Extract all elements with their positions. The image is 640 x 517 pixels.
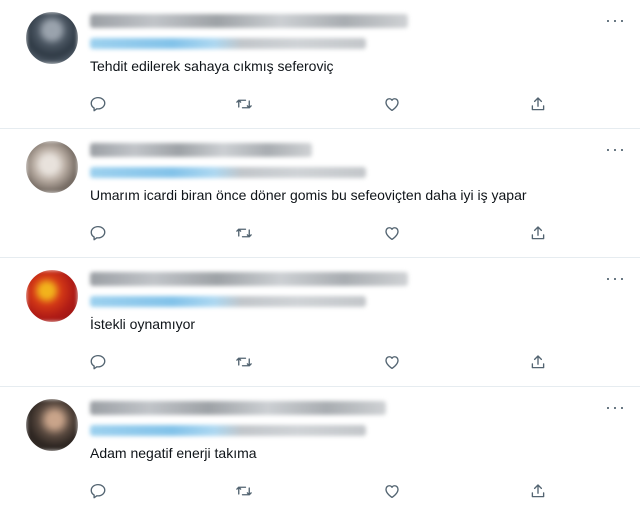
retweet-icon[interactable] <box>232 221 256 245</box>
reply-icon[interactable] <box>86 221 110 245</box>
tweet[interactable]: ··· İstekli oynamıyor <box>0 258 640 387</box>
avatar[interactable] <box>26 399 78 451</box>
author-handle-blurred <box>90 38 366 49</box>
retweet-icon[interactable] <box>232 479 256 503</box>
more-icon[interactable]: ··· <box>605 10 626 31</box>
reply-icon[interactable] <box>86 479 110 503</box>
tweet-text: Adam negatif enerji takıma <box>90 445 257 461</box>
tweet-text: Tehdit edilerek sahaya cıkmış seferoviç <box>90 58 334 74</box>
author-handle-blurred <box>90 296 366 307</box>
avatar[interactable] <box>26 12 78 64</box>
author-handle-blurred <box>90 167 366 178</box>
author-name-blurred <box>90 272 408 286</box>
tweet-actions <box>86 350 556 374</box>
retweet-icon[interactable] <box>232 92 256 116</box>
more-icon[interactable]: ··· <box>605 139 626 160</box>
author-name-blurred <box>90 401 386 415</box>
author-name-blurred <box>90 14 408 28</box>
author-name-blurred <box>90 143 312 157</box>
reply-icon[interactable] <box>86 350 110 374</box>
share-icon[interactable] <box>526 350 550 374</box>
avatar[interactable] <box>26 270 78 322</box>
tweet-actions <box>86 92 556 116</box>
more-icon[interactable]: ··· <box>605 397 626 418</box>
retweet-icon[interactable] <box>232 350 256 374</box>
author-handle-blurred <box>90 425 366 436</box>
more-icon[interactable]: ··· <box>605 268 626 289</box>
tweet-actions <box>86 479 556 503</box>
tweet-text: Umarım icardi biran önce döner gomis bu … <box>90 187 527 203</box>
share-icon[interactable] <box>526 92 550 116</box>
share-icon[interactable] <box>526 221 550 245</box>
share-icon[interactable] <box>526 479 550 503</box>
reply-icon[interactable] <box>86 92 110 116</box>
like-icon[interactable] <box>380 92 404 116</box>
tweet[interactable]: ··· Adam negatif enerji takıma <box>0 387 640 517</box>
tweet-actions <box>86 221 556 245</box>
tweet[interactable]: ··· Tehdit edilerek sahaya cıkmış sefero… <box>0 0 640 129</box>
like-icon[interactable] <box>380 221 404 245</box>
like-icon[interactable] <box>380 350 404 374</box>
tweet[interactable]: ··· Umarım icardi biran önce döner gomis… <box>0 129 640 258</box>
like-icon[interactable] <box>380 479 404 503</box>
avatar[interactable] <box>26 141 78 193</box>
tweet-text: İstekli oynamıyor <box>90 316 196 332</box>
tweet-feed: ··· Tehdit edilerek sahaya cıkmış sefero… <box>0 0 640 517</box>
